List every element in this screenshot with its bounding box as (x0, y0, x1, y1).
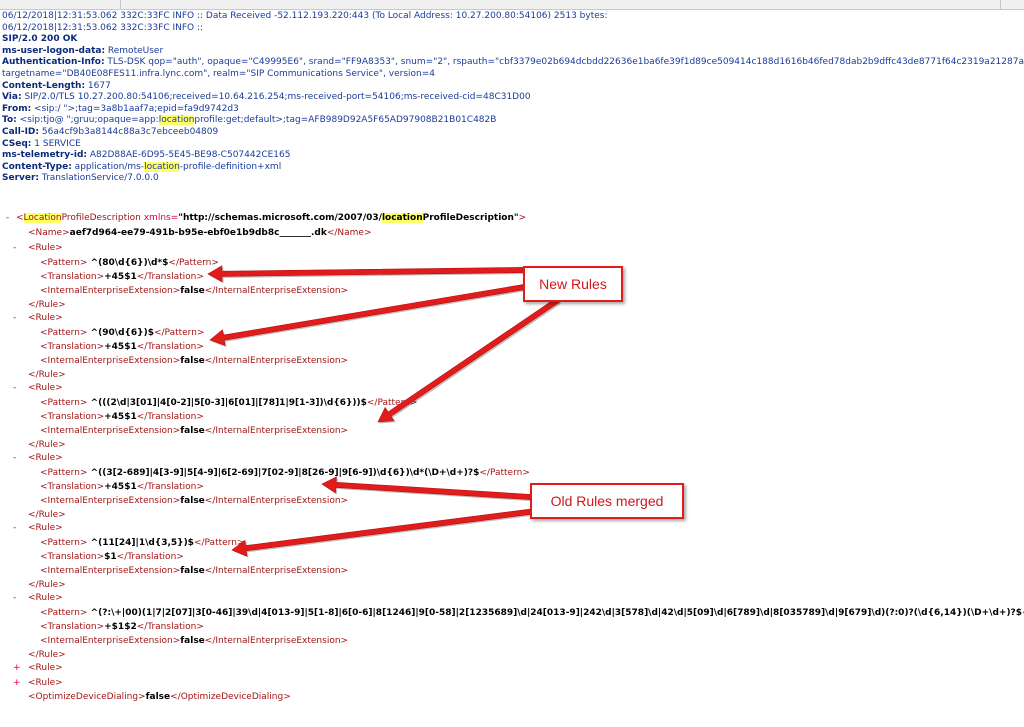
new-rules-callout: New Rules (523, 266, 623, 302)
arrow-to-rule-5 (231, 508, 538, 558)
arrow-to-rule-2 (209, 283, 532, 348)
arrow-to-rule-3 (377, 297, 561, 424)
arrow-to-rule-1 (207, 265, 525, 284)
annotation-arrows (207, 265, 561, 558)
old-rules-merged-callout: Old Rules merged (530, 483, 684, 519)
arrow-to-rule-4 (321, 476, 532, 502)
